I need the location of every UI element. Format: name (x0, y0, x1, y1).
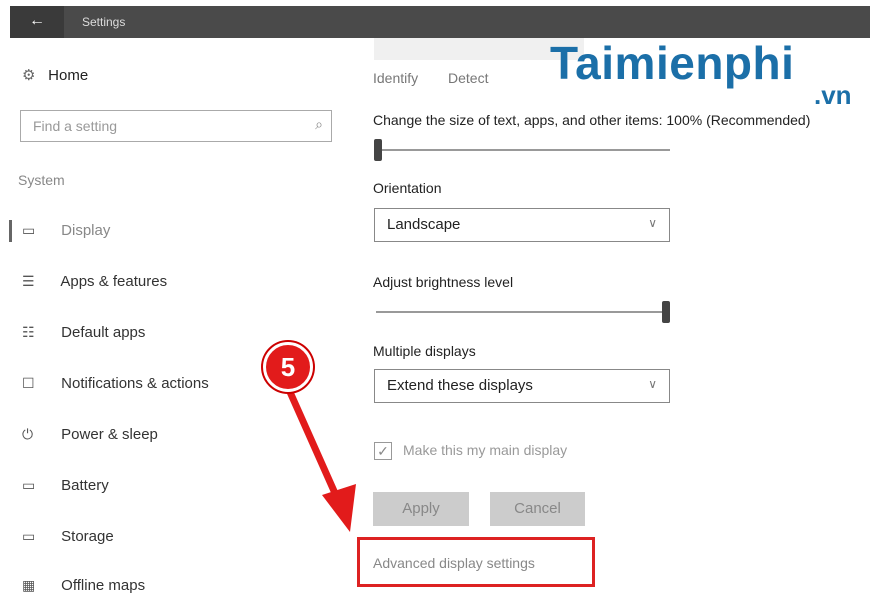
annotation-arrow (286, 388, 356, 532)
step-number-badge: 5 (263, 342, 313, 392)
